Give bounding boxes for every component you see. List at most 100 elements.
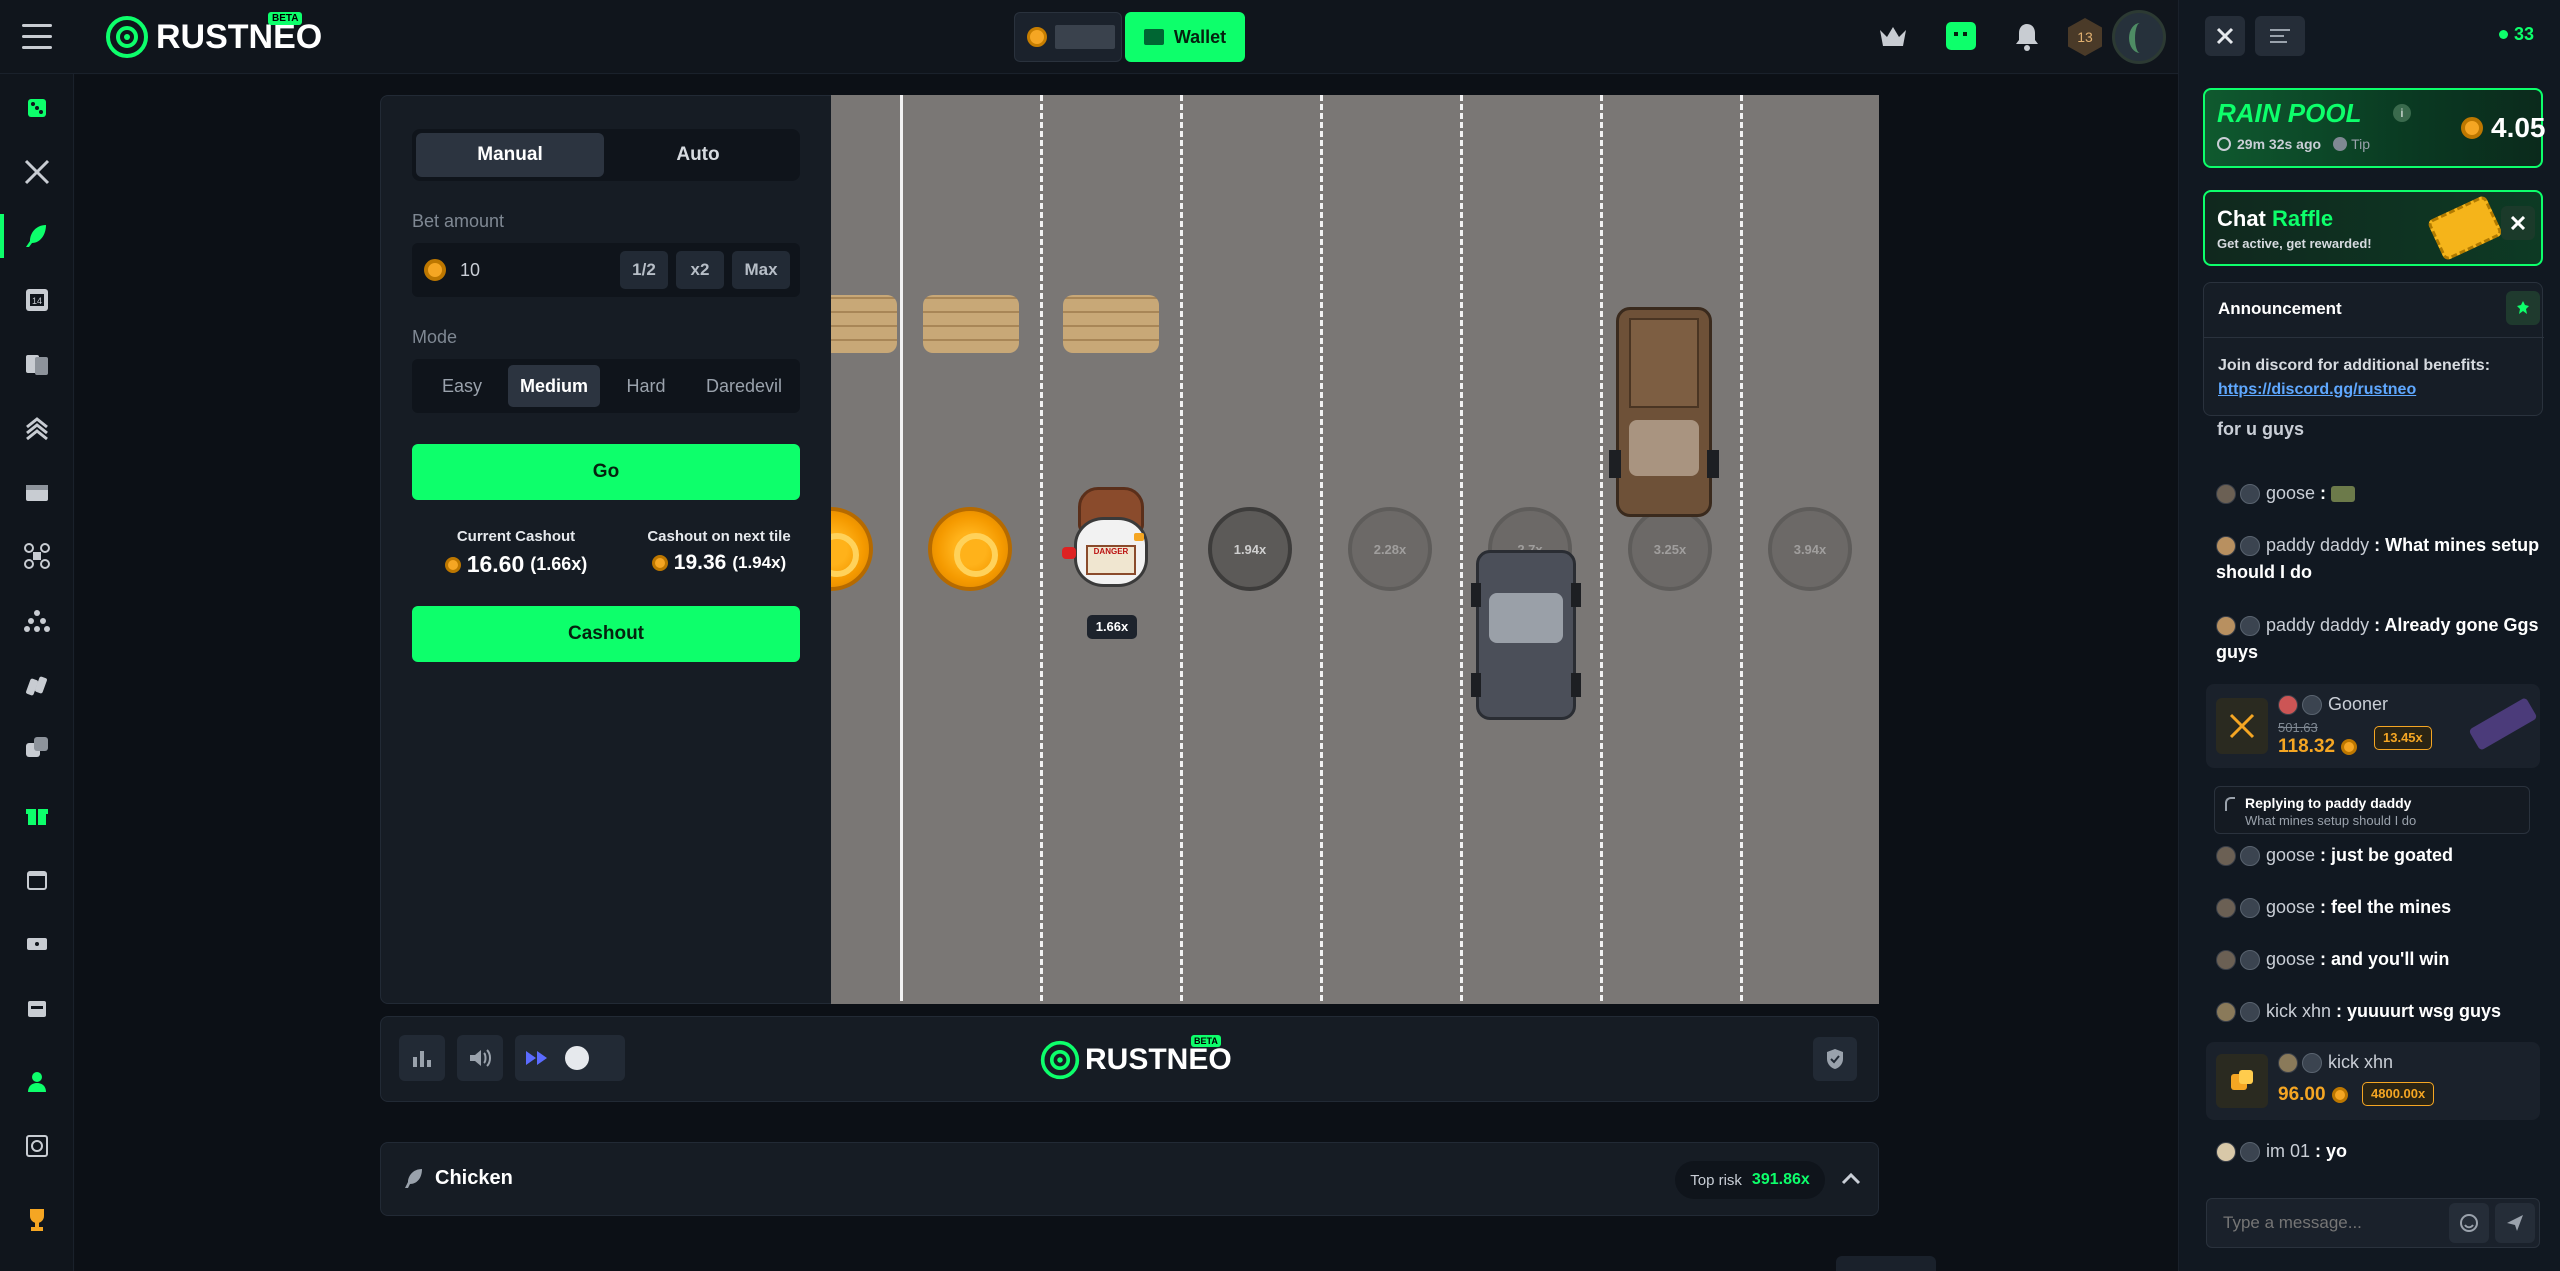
crown-icon[interactable] bbox=[1878, 24, 1908, 50]
chat-input[interactable] bbox=[2207, 1199, 2449, 1247]
calendar-14-icon: 14 bbox=[26, 289, 48, 311]
chat-raffle-card[interactable]: Chat Raffle Get active, get rewarded! bbox=[2203, 190, 2543, 266]
chat-username[interactable]: goose bbox=[2266, 897, 2315, 917]
current-cashout-value: 16.60 bbox=[466, 551, 525, 577]
bet-double-button[interactable]: x2 bbox=[676, 251, 724, 289]
bet-amount-field[interactable]: 10 1/2 x2 Max bbox=[412, 243, 800, 297]
go-button[interactable]: Go bbox=[412, 444, 800, 500]
sidebar-item-chicken[interactable] bbox=[19, 218, 55, 254]
sidebar-item-battles[interactable] bbox=[19, 154, 55, 190]
ticket-icon bbox=[2426, 194, 2504, 262]
rain-pool-amount-value: 4.05 bbox=[2491, 112, 2546, 143]
emote-icon bbox=[2331, 486, 2356, 503]
brand-logo[interactable]: RUSTNEO BETA bbox=[104, 12, 322, 60]
wallet-button[interactable]: Wallet bbox=[1125, 12, 1245, 62]
announcement-link[interactable]: https://discord.gg/rustneo bbox=[2218, 381, 2416, 399]
emoji-button[interactable] bbox=[2449, 1203, 2489, 1243]
bet-card-username[interactable]: Gooner bbox=[2328, 694, 2388, 715]
bet-card-win-value: 96.00 bbox=[2278, 1084, 2326, 1105]
chat-username[interactable]: goose bbox=[2266, 483, 2315, 503]
sidebar-item-blackjack[interactable] bbox=[19, 346, 55, 382]
collected-coin bbox=[928, 507, 1012, 591]
bet-share-card[interactable]: Gooner 501.63 118.32 13.45x bbox=[2206, 684, 2540, 768]
tile-multiplier[interactable]: 3.25x bbox=[1628, 507, 1712, 591]
footer-beta-badge: BETA bbox=[1191, 1035, 1221, 1047]
tile-multiplier[interactable]: 1.94x bbox=[1208, 507, 1292, 591]
avatar[interactable] bbox=[2112, 10, 2166, 64]
drone-icon bbox=[24, 543, 50, 569]
close-chat-button[interactable] bbox=[2205, 16, 2245, 56]
tab-auto[interactable]: Auto bbox=[604, 133, 792, 177]
sidebar-item-towers[interactable] bbox=[19, 410, 55, 446]
current-cashout-multiplier: (1.66x) bbox=[530, 554, 588, 574]
chat-message: kick xhn : yuuuurt wsg guys bbox=[2216, 998, 2546, 1025]
balance-display[interactable] bbox=[1014, 12, 1122, 62]
dice-icon bbox=[28, 99, 46, 117]
store-icon bbox=[28, 1001, 46, 1017]
tile-multiplier[interactable]: 2.28x bbox=[1348, 507, 1432, 591]
sidebar-item-leaderboard[interactable] bbox=[19, 1202, 55, 1238]
sidebar-item-vault[interactable] bbox=[19, 1128, 55, 1164]
chat-text: yo bbox=[2326, 1141, 2348, 1161]
chat-username[interactable]: paddy daddy bbox=[2266, 535, 2369, 555]
rain-pool-amount: 4.05 bbox=[2461, 112, 2546, 144]
sidebar-item-cases[interactable] bbox=[19, 474, 55, 510]
fast-mode-toggle[interactable] bbox=[515, 1035, 625, 1081]
sidebar-item-mines[interactable] bbox=[19, 666, 55, 702]
game-info-bar[interactable]: Chicken Top risk 391.86x bbox=[380, 1142, 1879, 1216]
sidebar-item-rewards[interactable] bbox=[19, 798, 55, 834]
tab-manual[interactable]: Manual bbox=[416, 133, 604, 177]
chevron-up-icon[interactable] bbox=[1841, 1171, 1861, 1185]
chicken-character: DANGER bbox=[1056, 487, 1166, 599]
sidebar-item-drone[interactable] bbox=[19, 538, 55, 574]
chat-username[interactable]: im 01 bbox=[2266, 1141, 2310, 1161]
bet-card-username[interactable]: kick xhn bbox=[2328, 1052, 2393, 1073]
bell-icon[interactable] bbox=[2014, 22, 2040, 52]
sidebar-item-originals[interactable] bbox=[19, 90, 55, 126]
chat-username[interactable]: goose bbox=[2266, 949, 2315, 969]
bet-share-card[interactable]: kick xhn 96.00 4800.00x bbox=[2206, 1042, 2540, 1120]
sound-button[interactable] bbox=[457, 1035, 503, 1081]
close-raffle-button[interactable] bbox=[2501, 206, 2535, 240]
sidebar-item-calendar[interactable] bbox=[19, 862, 55, 898]
chat-username[interactable]: kick xhn bbox=[2266, 1001, 2331, 1021]
sidebar-item-dice[interactable] bbox=[19, 730, 55, 766]
top-risk-label: Top risk bbox=[1690, 1171, 1742, 1189]
tile-multiplier[interactable]: 3.94x bbox=[1768, 507, 1852, 591]
chat-menu-button[interactable] bbox=[2255, 16, 2305, 56]
sidebar-item-shop[interactable] bbox=[19, 990, 55, 1026]
level-badge[interactable]: 13 bbox=[2068, 18, 2102, 56]
chat-username[interactable]: paddy daddy bbox=[2266, 615, 2369, 635]
dynamite-icon bbox=[26, 676, 47, 696]
fast-forward-icon bbox=[526, 1051, 547, 1065]
bet-half-button[interactable]: 1/2 bbox=[620, 251, 668, 289]
send-button[interactable] bbox=[2495, 1203, 2535, 1243]
sidebar-item-profile[interactable] bbox=[19, 1064, 55, 1100]
sandbag-barrier bbox=[1063, 295, 1159, 353]
mode-medium[interactable]: Medium bbox=[508, 365, 600, 407]
speaker-icon bbox=[470, 1049, 491, 1067]
bet-max-button[interactable]: Max bbox=[732, 251, 790, 289]
cashout-button[interactable]: Cashout bbox=[412, 606, 800, 662]
chat-toggle-icon[interactable] bbox=[1946, 22, 1976, 50]
pin-button[interactable] bbox=[2506, 291, 2540, 325]
bet-amount-value[interactable]: 10 bbox=[460, 260, 480, 281]
sidebar-item-plinko[interactable] bbox=[19, 602, 55, 638]
stats-button[interactable] bbox=[399, 1035, 445, 1081]
rain-pool-title: RAIN POOL bbox=[2217, 98, 2362, 128]
rain-pool-card[interactable]: RAIN POOL i 29m 32s ago Tip 4.05 bbox=[2203, 88, 2546, 168]
menu-icon[interactable] bbox=[22, 24, 52, 50]
sidebar-item-roulette[interactable]: 14 bbox=[19, 282, 55, 318]
sidebar-item-tickets[interactable] bbox=[19, 926, 55, 962]
fairness-button[interactable] bbox=[1813, 1037, 1857, 1081]
current-cashout-label: Current Cashout bbox=[456, 528, 576, 545]
chat-username[interactable]: goose bbox=[2266, 845, 2315, 865]
logo-icon bbox=[1040, 1040, 1080, 1080]
rain-pool-tip[interactable]: Tip bbox=[2351, 136, 2370, 152]
mode-daredevil[interactable]: Daredevil bbox=[692, 365, 796, 407]
info-icon[interactable]: i bbox=[2393, 104, 2411, 122]
chat-message: goose : just be goated bbox=[2216, 842, 2546, 869]
mode-easy[interactable]: Easy bbox=[416, 365, 508, 407]
raffle-title: Chat Raffle bbox=[2217, 206, 2333, 232]
mode-hard[interactable]: Hard bbox=[600, 365, 692, 407]
